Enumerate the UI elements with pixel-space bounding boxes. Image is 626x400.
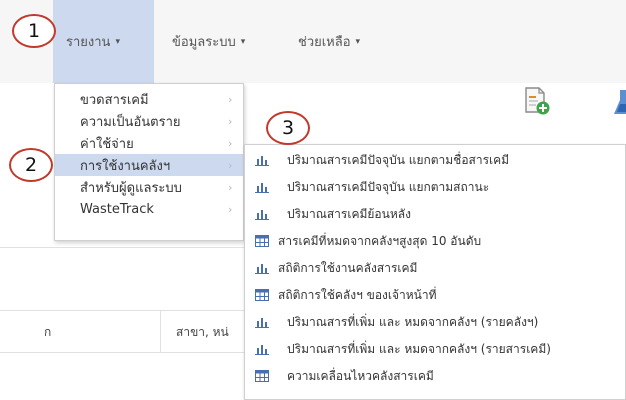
table-icon bbox=[255, 235, 269, 247]
table-column-divider bbox=[160, 310, 161, 352]
menu-item-wastetrack[interactable]: WasteTrack › bbox=[55, 198, 243, 220]
step-marker-2: 2 bbox=[9, 148, 53, 182]
chevron-down-icon: ▾ bbox=[115, 36, 120, 47]
menu-item-chemical-bottle[interactable]: ขวดสารเคมี › bbox=[55, 88, 243, 110]
submenu-item-added-depleted-by-chemical[interactable]: ปริมาณสารที่เพิ่ม และ หมดจากคลังฯ (รายสา… bbox=[245, 336, 625, 363]
bar-chart-icon bbox=[255, 345, 269, 355]
menu-item-warehouse-usage[interactable]: การใช้งานคลังฯ › bbox=[55, 154, 243, 176]
table-header-top-border bbox=[0, 310, 244, 311]
table-header-cell: ก bbox=[44, 325, 52, 339]
chevron-down-icon: ▾ bbox=[240, 36, 246, 47]
submenu-item-current-by-name[interactable]: ปริมาณสารเคมีปัจจุบัน แยกตามชื่อสารเคมี bbox=[245, 147, 625, 174]
table-icon bbox=[255, 370, 269, 382]
nav-menu-report-label: รายงาน bbox=[66, 35, 111, 50]
menu-item-label: WasteTrack bbox=[80, 201, 154, 217]
submenu-item-history[interactable]: ปริมาณสารเคมีย้อนหลัง bbox=[245, 201, 625, 228]
menu-item-label: สำหรับผู้ดูแลระบบ bbox=[80, 180, 182, 196]
chevron-right-icon: › bbox=[228, 92, 233, 106]
chevron-down-icon: ▾ bbox=[355, 36, 361, 47]
bar-chart-icon bbox=[255, 264, 269, 274]
nav-menu-system-data-label: ข้อมูลระบบ bbox=[172, 35, 236, 50]
table-icon bbox=[255, 289, 269, 301]
table-header-branch: สาขา, หน่ bbox=[176, 325, 229, 339]
menu-item-admin[interactable]: สำหรับผู้ดูแลระบบ › bbox=[55, 176, 243, 198]
submenu-item-usage-stats[interactable]: สถิติการใช้งานคลังสารเคมี bbox=[245, 255, 625, 282]
submenu-item-warehouse-movement[interactable]: ความเคลื่อนไหวคลังสารเคมี bbox=[245, 363, 625, 390]
chevron-right-icon: › bbox=[228, 136, 233, 150]
submenu-item-label: ปริมาณสารที่เพิ่ม และ หมดจากคลังฯ (รายสา… bbox=[287, 342, 551, 356]
submenu-item-staff-stats[interactable]: สถิติการใช้คลังฯ ของเจ้าหน้าที่ bbox=[245, 282, 625, 309]
step-marker-3: 3 bbox=[266, 111, 310, 145]
submenu-item-label: สารเคมีที่หมดจากคลังฯสูงสุด 10 อันดับ bbox=[278, 234, 482, 248]
menu-item-hazard[interactable]: ความเป็นอันตราย › bbox=[55, 110, 243, 132]
step-marker-1: 1 bbox=[12, 14, 56, 48]
menu-item-label: ค่าใช้จ่าย bbox=[80, 136, 134, 152]
submenu-item-top10-depleted[interactable]: สารเคมีที่หมดจากคลังฯสูงสุด 10 อันดับ bbox=[245, 228, 625, 255]
content-divider bbox=[0, 247, 244, 248]
submenu-item-label: ปริมาณสารที่เพิ่ม และ หมดจากคลังฯ (รายคล… bbox=[287, 315, 539, 329]
flask-icon[interactable] bbox=[612, 88, 626, 116]
bar-chart-icon bbox=[255, 156, 269, 166]
bar-chart-icon bbox=[255, 210, 269, 220]
nav-menu-help[interactable]: ช่วยเหลือ ▾ bbox=[283, 0, 360, 83]
warehouse-usage-submenu: ปริมาณสารเคมีปัจจุบัน แยกตามชื่อสารเคมี … bbox=[244, 144, 626, 400]
bar-chart-icon bbox=[255, 183, 269, 193]
submenu-item-current-by-state[interactable]: ปริมาณสารเคมีปัจจุบัน แยกตามสถานะ bbox=[245, 174, 625, 201]
submenu-item-label: ความเคลื่อนไหวคลังสารเคมี bbox=[287, 369, 434, 383]
nav-menu-system-data[interactable]: ข้อมูลระบบ ▾ bbox=[160, 0, 245, 83]
chevron-right-icon: › bbox=[228, 114, 233, 128]
menu-item-label: การใช้งานคลังฯ bbox=[80, 158, 171, 174]
submenu-item-label: ปริมาณสารเคมีปัจจุบัน แยกตามสถานะ bbox=[287, 180, 490, 194]
bar-chart-icon bbox=[255, 318, 269, 328]
submenu-item-added-depleted-by-warehouse[interactable]: ปริมาณสารที่เพิ่ม และ หมดจากคลังฯ (รายคล… bbox=[245, 309, 625, 336]
table-header-bottom-border bbox=[0, 352, 244, 353]
chevron-right-icon: › bbox=[228, 180, 233, 194]
chevron-right-icon: › bbox=[228, 202, 233, 216]
chevron-right-icon: › bbox=[228, 158, 233, 172]
menu-item-expenses[interactable]: ค่าใช้จ่าย › bbox=[55, 132, 243, 154]
nav-menu-help-label: ช่วยเหลือ bbox=[298, 35, 351, 50]
menu-item-label: ขวดสารเคมี bbox=[80, 92, 149, 108]
submenu-item-label: สถิติการใช้งานคลังสารเคมี bbox=[278, 261, 418, 275]
nav-menu-report[interactable]: รายงาน ▾ bbox=[53, 0, 154, 83]
menu-item-label: ความเป็นอันตราย bbox=[80, 114, 181, 130]
add-report-icon[interactable] bbox=[523, 86, 551, 116]
submenu-item-label: ปริมาณสารเคมีปัจจุบัน แยกตามชื่อสารเคมี bbox=[287, 153, 510, 167]
submenu-item-label: ปริมาณสารเคมีย้อนหลัง bbox=[287, 207, 411, 221]
report-dropdown-menu: ขวดสารเคมี › ความเป็นอันตราย › ค่าใช้จ่า… bbox=[54, 83, 244, 241]
submenu-item-label: สถิติการใช้คลังฯ ของเจ้าหน้าที่ bbox=[278, 288, 437, 302]
